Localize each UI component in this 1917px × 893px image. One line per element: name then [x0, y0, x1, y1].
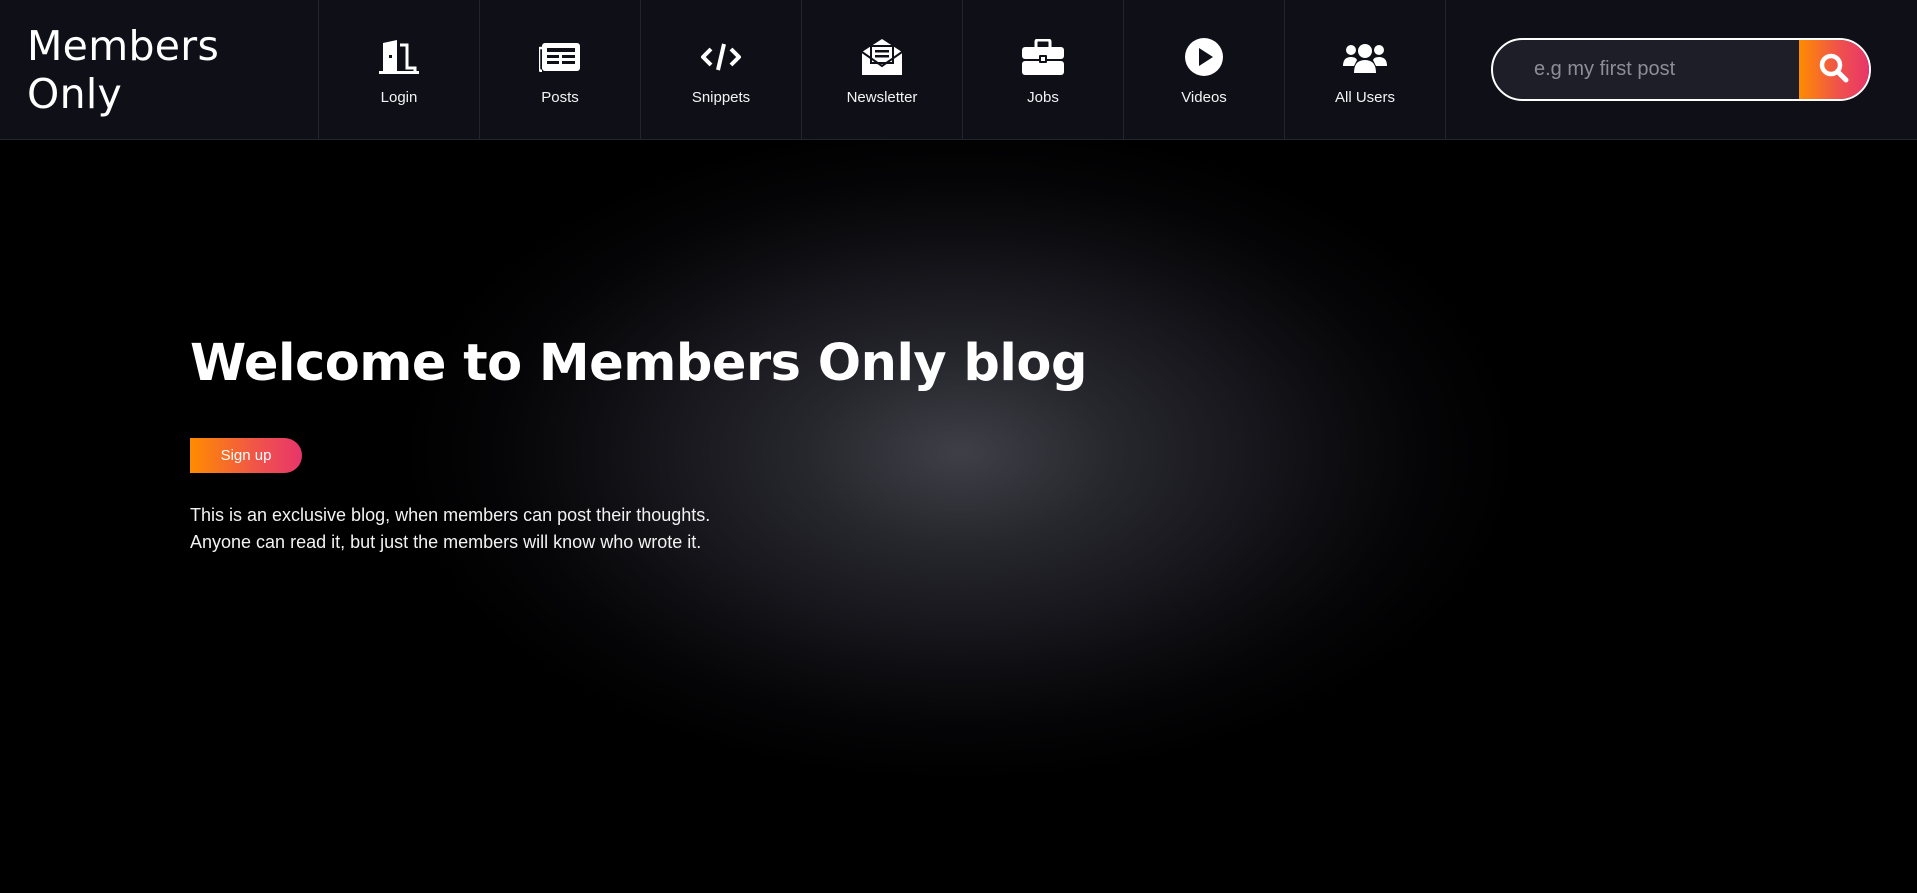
nav-item-label: Snippets — [691, 89, 751, 106]
nav-item-label: Videos — [1181, 89, 1227, 106]
search-bar — [1491, 38, 1871, 101]
nav-item-label: Login — [380, 89, 418, 106]
nav-item-all-users[interactable]: All Users — [1285, 0, 1446, 139]
brand-logo[interactable]: Members Only — [0, 0, 318, 139]
nav-item-label: Jobs — [1027, 89, 1059, 106]
hero-description-line: Anyone can read it, but just the members… — [190, 532, 702, 552]
briefcase-icon — [1019, 37, 1067, 77]
users-icon — [1341, 37, 1389, 77]
search-button[interactable] — [1799, 40, 1869, 99]
nav-item-label: All Users — [1334, 89, 1395, 106]
nav-item-snippets[interactable]: Snippets — [641, 0, 802, 139]
nav-item-jobs[interactable]: Jobs — [963, 0, 1124, 139]
hero-description: This is an exclusive blog, when members … — [190, 502, 710, 556]
hero-description-line: This is an exclusive blog, when members … — [190, 505, 711, 525]
top-header: Members Only Login Posts Snippets Newsle… — [0, 0, 1917, 140]
door-icon — [375, 37, 423, 77]
nav-item-newsletter[interactable]: Newsletter — [802, 0, 963, 139]
nav-item-label: Newsletter — [846, 89, 918, 106]
search-icon — [1818, 52, 1850, 87]
signup-button[interactable]: Sign up — [190, 438, 302, 473]
nav-item-label: Posts — [541, 89, 579, 106]
hero-title: Welcome to Members Only blog — [190, 334, 1087, 393]
hero-section: Welcome to Members Only blog Sign up Thi… — [0, 141, 1917, 893]
search-input[interactable] — [1493, 40, 1799, 99]
newspaper-icon — [536, 37, 584, 77]
main-nav: Login Posts Snippets Newsletter Jobs Vid… — [318, 0, 1446, 139]
envelope-open-icon — [858, 37, 906, 77]
nav-item-posts[interactable]: Posts — [480, 0, 641, 139]
code-icon — [697, 37, 745, 77]
nav-item-login[interactable]: Login — [319, 0, 480, 139]
play-circle-icon — [1180, 37, 1228, 77]
nav-item-videos[interactable]: Videos — [1124, 0, 1285, 139]
